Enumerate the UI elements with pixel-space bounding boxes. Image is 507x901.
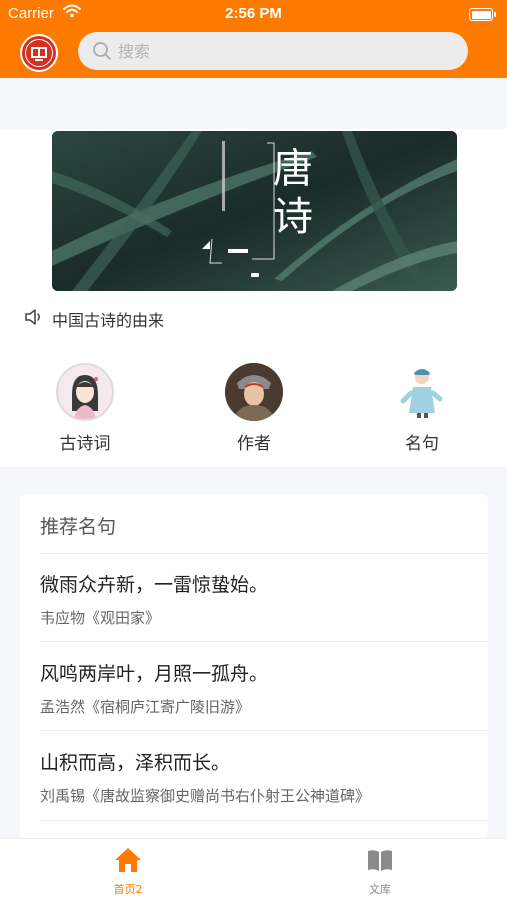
clock: 2:56 PM (225, 5, 282, 22)
quote-line: 山积而高，泽积而长。 (40, 752, 231, 774)
section-title: 推荐名句 (40, 516, 117, 538)
tab-home[interactable]: 首页2 (78, 845, 178, 897)
quote-item[interactable]: 山积而高，泽积而长。 刘禹锡《唐故监察御史赠尚书右仆射王公神道碑》 (40, 748, 488, 806)
category-label: 作者 (237, 434, 271, 454)
battery-icon (469, 8, 496, 21)
divider (40, 820, 488, 821)
bottom-tab-bar: 首页2 文库 (0, 838, 507, 901)
banner-leaves-image (52, 131, 457, 291)
banner-tang-poetry[interactable]: 唐诗 (52, 131, 457, 291)
search-input[interactable] (118, 32, 448, 70)
category-authors[interactable]: 作者 (204, 363, 304, 454)
header-bar (0, 28, 507, 78)
status-bar: Carrier 2:56 PM (0, 0, 507, 28)
scholar-figure-icon (393, 363, 451, 421)
banner-title: 唐诗 (273, 146, 313, 240)
quote-source: 韦应物《观田家》 (40, 609, 161, 627)
quote-source: 孟浩然《宿桐庐江寄广陵旧游》 (40, 698, 251, 716)
tab-label: 首页2 (113, 883, 143, 896)
ancient-lady-avatar-icon (56, 363, 114, 421)
search-bar[interactable] (78, 32, 468, 70)
quote-line: 风鸣两岸叶，月照一孤舟。 (40, 663, 269, 685)
quote-source: 刘禹锡《唐故监察御史赠尚书右仆射王公神道碑》 (40, 787, 371, 805)
divider (40, 641, 488, 642)
speaker-icon (24, 307, 44, 331)
category-poems[interactable]: 古诗词 (35, 363, 135, 454)
book-icon (368, 850, 392, 871)
divider (40, 553, 488, 554)
notice-text: 中国古诗的由来 (52, 311, 165, 330)
home-icon (115, 848, 141, 872)
tab-library[interactable]: 文库 (330, 845, 430, 897)
category-famous-lines[interactable]: 名句 (372, 363, 472, 454)
tab-label: 文库 (369, 883, 391, 896)
quote-item[interactable]: 风鸣两岸叶，月照一孤舟。 孟浩然《宿桐庐江寄广陵旧游》 (40, 659, 488, 717)
quote-item[interactable]: 微雨众卉新，一雷惊蛰始。 韦应物《观田家》 (40, 570, 488, 628)
category-label: 名句 (405, 434, 439, 454)
home-top-section: 唐诗 中国古诗的由来 古诗词 作者 名句 (0, 129, 507, 467)
notice-bar[interactable]: 中国古诗的由来 (24, 307, 164, 331)
search-icon (92, 41, 112, 65)
quote-line: 微雨众卉新，一雷惊蛰始。 (40, 574, 269, 596)
category-label: 古诗词 (59, 434, 111, 454)
divider (40, 730, 488, 731)
recommend-card: 推荐名句 微雨众卉新，一雷惊蛰始。 韦应物《观田家》 风鸣两岸叶，月照一孤舟。 … (20, 494, 488, 839)
warrior-avatar-icon (225, 363, 283, 421)
app-logo-icon[interactable] (20, 34, 58, 72)
